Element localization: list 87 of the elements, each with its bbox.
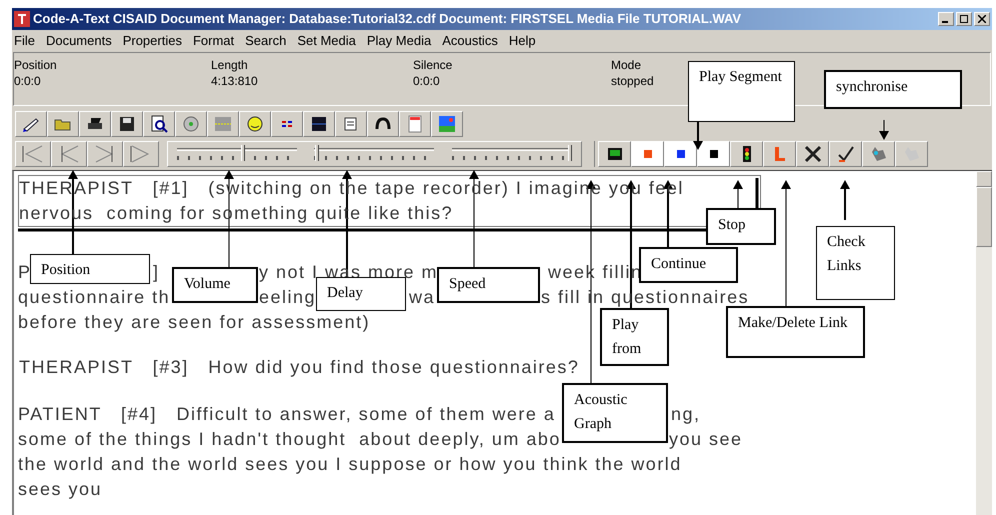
callout-label: Play from	[600, 308, 669, 366]
callout-label: Make/Delete Link	[726, 306, 865, 358]
square-icon	[710, 150, 718, 158]
arrow	[879, 120, 889, 140]
callout-label: Speed	[437, 267, 540, 303]
slider[interactable]	[314, 145, 434, 163]
toolbar-button[interactable]	[79, 110, 111, 136]
status-label: Silence	[413, 57, 452, 73]
toolbar-button[interactable]	[730, 141, 763, 167]
status-value: 0:0:0	[14, 73, 42, 89]
left-triangle-icon	[22, 145, 44, 163]
toolbar-button[interactable]	[239, 110, 271, 136]
toolbar-button[interactable]	[143, 110, 175, 136]
minimize-button[interactable]	[938, 12, 954, 26]
arrow	[733, 180, 743, 208]
status-label: Length	[211, 57, 249, 73]
callout-label: Play Segment	[688, 61, 795, 122]
navigation-button[interactable]	[87, 141, 123, 167]
toolbar-button[interactable]	[796, 141, 829, 167]
callout-label: Delay	[316, 277, 406, 311]
smiley-icon	[245, 114, 265, 134]
transcript-text: PATIENT [#4] Difficult to answer, some of them were a	[18, 403, 556, 426]
landscape-icon	[437, 114, 457, 134]
transcript-line: THERAPIST [#3] How did you find those questionnaires?	[19, 356, 580, 379]
disc-icon	[181, 114, 201, 134]
transcript-text: wa	[409, 286, 436, 309]
window-title: Code-A-Text CISAID Document Manager: Database:Tutorial32.cdf Document: FIRSTSEL Media File TUTORIAL.WAV	[33, 10, 742, 28]
menu-item[interactable]: Set Media	[297, 31, 356, 51]
menu-item[interactable]: Help	[508, 31, 536, 51]
square-icon	[644, 150, 652, 158]
menu-item[interactable]: Format	[192, 31, 234, 51]
arrow	[840, 180, 850, 220]
transcript-text: the world and the world sees you I suppose or how you think the world	[18, 453, 682, 476]
app-icon	[14, 11, 30, 27]
maximize-button[interactable]	[956, 12, 972, 26]
toolbar-button[interactable]	[335, 110, 367, 136]
close-icon	[978, 15, 986, 23]
status-value: 0:0:0	[413, 73, 441, 89]
callout-label: Stop	[706, 208, 776, 245]
navigation-button[interactable]	[51, 141, 87, 167]
menu-item[interactable]: Search	[245, 31, 286, 51]
transcript-text: before they are seen for assessment)	[18, 311, 370, 334]
slider[interactable]	[176, 145, 297, 163]
status-label: Mode	[611, 57, 642, 73]
callout-label: Position	[30, 254, 150, 284]
callout-label: Volume	[172, 267, 258, 303]
transcript-text: you see	[669, 428, 743, 451]
checkmark-icon	[836, 144, 856, 164]
menu-item[interactable]: File	[14, 31, 35, 51]
cross-icon	[802, 144, 822, 164]
square-icon	[676, 150, 684, 158]
toolbar-button[interactable]	[367, 110, 399, 136]
status-value: stopped	[611, 73, 654, 89]
toolbar-button[interactable]	[664, 141, 697, 167]
maximize-icon	[960, 15, 968, 23]
status-value: 4:13:810	[211, 73, 258, 89]
toolbar-button[interactable]	[47, 110, 79, 136]
transcript-text: some of the things I hadn't thought about deeply, um abo	[18, 428, 561, 451]
transcript-text: eeling	[259, 286, 316, 309]
menu-item[interactable]: Properties	[122, 31, 182, 51]
transcript-text: ng,	[671, 403, 701, 426]
preview-icon	[149, 114, 169, 134]
bars-icon	[281, 120, 293, 128]
close-button[interactable]	[974, 12, 990, 26]
transcript-text: questionnaire th	[18, 286, 170, 309]
slider[interactable]	[452, 145, 572, 163]
navigation-button[interactable]	[123, 141, 159, 167]
toolbar-button[interactable]	[303, 110, 335, 136]
menu-item[interactable]: Documents	[46, 31, 112, 51]
toolbar-button[interactable]	[697, 141, 730, 167]
toolbar-button[interactable]	[598, 141, 631, 167]
callout-label: Acoustic Graph	[562, 383, 668, 443]
toolbar-button[interactable]	[15, 110, 47, 136]
menu-item[interactable]: Play Media	[366, 31, 432, 51]
menu-item[interactable]: Acoustics	[442, 31, 498, 51]
transcript-text: ]	[153, 261, 160, 284]
status-label: Position	[14, 57, 57, 73]
arrow	[693, 122, 703, 150]
transcript-text: P	[18, 261, 32, 284]
navigation-button[interactable]	[15, 141, 51, 167]
callout-label: Check Links	[816, 226, 895, 300]
toolbar-button[interactable]	[111, 110, 143, 136]
transcript-text: sees you	[18, 478, 102, 501]
toolbar-button[interactable]	[829, 141, 862, 167]
scrollbar[interactable]	[976, 171, 992, 515]
callout-label: synchronise	[824, 70, 962, 109]
callout-label: Continue	[639, 247, 738, 283]
